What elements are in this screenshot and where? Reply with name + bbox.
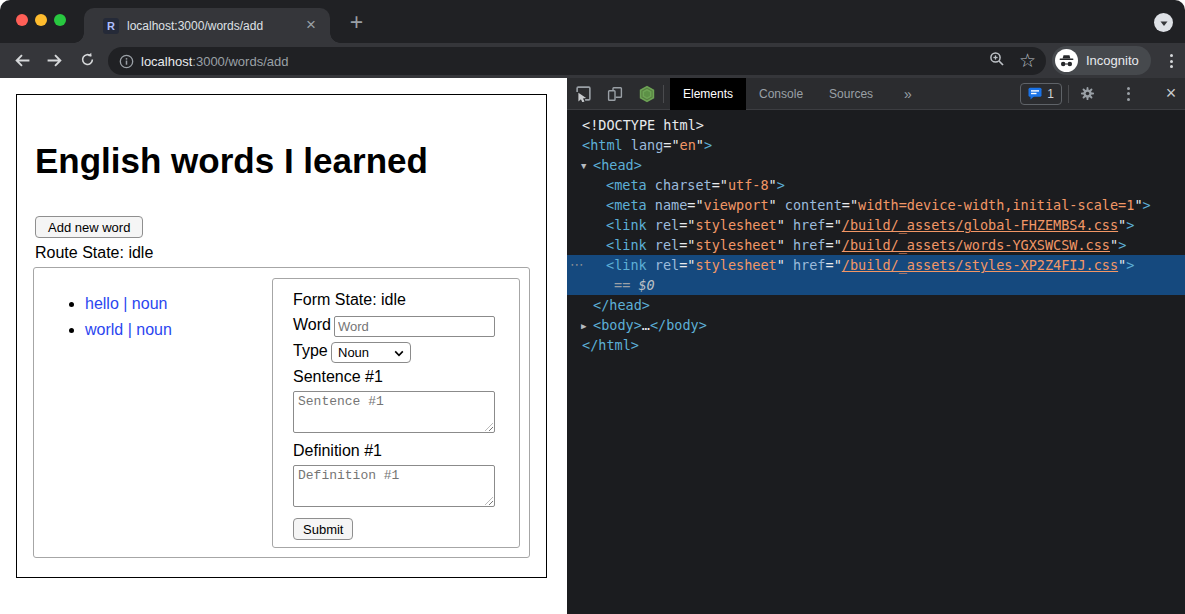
route-state-text: Route State: idle	[35, 244, 153, 262]
traffic-light-close[interactable]	[16, 14, 28, 26]
definition-label: Definition #1	[293, 442, 382, 460]
bookmark-star-icon[interactable]: ☆	[1019, 51, 1036, 70]
tab-title: localhost:3000/words/add	[127, 19, 263, 33]
address-bar[interactable]: localhost:3000/words/add ☆	[108, 47, 1046, 75]
add-word-form: Form State: idle Word Type Noun Sentence…	[272, 278, 520, 548]
word-input[interactable]	[334, 316, 495, 337]
chevron-down-icon	[394, 350, 404, 357]
dom-tree-node[interactable]: <!DOCTYPE html>	[567, 115, 1185, 135]
issues-icon	[1028, 87, 1042, 100]
sentence-input[interactable]	[293, 391, 495, 433]
devtools-tab-console[interactable]: Console	[746, 78, 816, 110]
word-list: hello | noun world | noun	[52, 294, 172, 346]
reload-button[interactable]	[75, 48, 99, 72]
dom-tree-node[interactable]: </html>	[567, 335, 1185, 355]
site-info-icon[interactable]	[119, 54, 134, 69]
browser-tab[interactable]: R localhost:3000/words/add ×	[84, 8, 330, 43]
download-arrow-icon	[1159, 18, 1169, 28]
form-state-text: Form State: idle	[293, 291, 406, 309]
downloads-button[interactable]	[1154, 13, 1173, 32]
forward-button[interactable]	[42, 48, 66, 72]
dom-tree-node[interactable]: == $0	[567, 275, 1185, 295]
incognito-label: Incognito	[1086, 53, 1139, 68]
tab-close-icon[interactable]: ×	[301, 15, 321, 35]
device-toolbar-icon[interactable]	[599, 78, 631, 110]
extension-hexagon-icon[interactable]	[631, 78, 663, 110]
dom-tree-node[interactable]: <meta charset="utf-8">	[567, 175, 1185, 195]
devtools-settings-icon[interactable]	[1075, 78, 1099, 110]
devtools-panel: ElementsConsoleSources » 1 × <!DOCTYPE h…	[567, 78, 1185, 614]
type-label: Type	[293, 342, 328, 360]
add-new-word-button[interactable]: Add new word	[35, 216, 143, 238]
inspect-element-icon[interactable]	[567, 78, 599, 110]
elements-tree: <!DOCTYPE html><html lang="en">▼<head><m…	[567, 111, 1185, 614]
page-title: English words I learned	[35, 141, 428, 181]
devtools-tabs: ElementsConsoleSources	[670, 78, 886, 110]
more-tabs-icon[interactable]: »	[886, 86, 912, 102]
expand-arrow-icon[interactable]: ▼	[581, 156, 586, 176]
devtools-toolbar: ElementsConsoleSources » 1 ×	[567, 78, 1185, 110]
browser-navbar: localhost:3000/words/add ☆ Incognito	[0, 43, 1185, 78]
page-viewport: English words I learned Add new word Rou…	[0, 78, 567, 614]
dom-tree-node[interactable]: </head>	[567, 295, 1185, 315]
incognito-avatar-icon	[1055, 49, 1078, 72]
dom-tree-node[interactable]: ⋯<link rel="stylesheet" href="/build/_as…	[567, 255, 1185, 275]
issues-button[interactable]: 1	[1020, 83, 1062, 105]
dom-tree-node[interactable]: <link rel="stylesheet" href="/build/_ass…	[567, 215, 1185, 235]
devtools-tab-elements[interactable]: Elements	[670, 78, 746, 110]
dom-tree-node[interactable]: ▼<head>	[567, 155, 1185, 175]
collapse-arrow-icon[interactable]: ▶	[581, 316, 586, 336]
devtools-tab-sources[interactable]: Sources	[816, 78, 886, 110]
sentence-label: Sentence #1	[293, 368, 383, 386]
traffic-light-zoom[interactable]	[54, 14, 66, 26]
words-panel: hello | noun world | noun Form State: idl…	[33, 267, 530, 558]
devtools-menu-icon[interactable]	[1119, 85, 1137, 103]
dom-tree-node[interactable]: <meta name="viewport" content="width=dev…	[567, 195, 1185, 215]
devtools-close-icon[interactable]: ×	[1159, 83, 1183, 104]
back-button[interactable]	[10, 48, 34, 72]
remix-favicon-icon: R	[103, 18, 119, 34]
type-select[interactable]: Noun	[331, 342, 411, 363]
dom-tree-node[interactable]: <link rel="stylesheet" href="/build/_ass…	[567, 235, 1185, 255]
browser-menu-icon[interactable]	[1166, 52, 1176, 70]
submit-button[interactable]: Submit	[293, 518, 353, 540]
word-link[interactable]: hello | noun	[85, 295, 167, 312]
node-more-actions-icon[interactable]: ⋯	[570, 255, 585, 275]
type-select-value: Noun	[338, 345, 369, 360]
word-label: Word	[293, 316, 331, 334]
word-link[interactable]: world | noun	[85, 321, 172, 338]
traffic-light-minimize[interactable]	[35, 14, 47, 26]
incognito-badge: Incognito	[1052, 46, 1151, 75]
word-list-item: hello | noun	[85, 294, 172, 313]
app-container: English words I learned Add new word Rou…	[16, 94, 547, 578]
zoom-icon[interactable]	[989, 51, 1005, 71]
url-text: localhost:3000/words/add	[141, 54, 288, 69]
new-tab-button[interactable]: +	[343, 9, 370, 36]
word-list-item: world | noun	[85, 320, 172, 339]
window-titlebar: R localhost:3000/words/add × +	[0, 0, 1185, 43]
dom-tree-node[interactable]: <html lang="en">	[567, 135, 1185, 155]
dom-tree-node[interactable]: ▶<body>…</body>	[567, 315, 1185, 335]
definition-input[interactable]	[293, 465, 495, 507]
